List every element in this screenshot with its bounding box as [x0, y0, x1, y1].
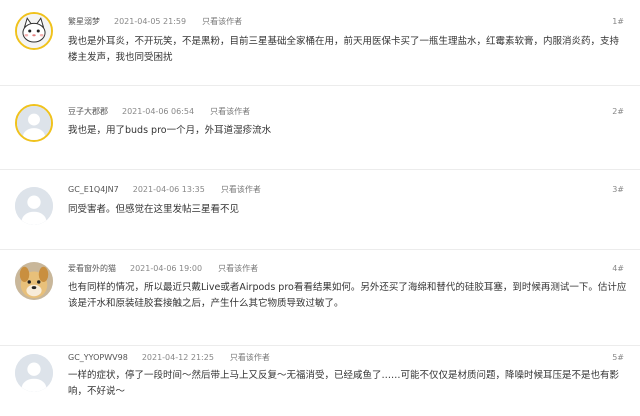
- post-meta: GC_YYOPWV98 2021-04-12 21:25 只看该作者: [68, 352, 270, 364]
- username[interactable]: 豆子大郡郡: [68, 107, 108, 116]
- post-time: 2021-04-06 13:35: [132, 185, 205, 194]
- floor-number[interactable]: 1#: [612, 16, 624, 28]
- post-content: 也有同样的情况，所以最近只戴Live或者Airpods pro看看结果如何。另外…: [68, 282, 627, 309]
- reply-post: 繁星溺梦 2021-04-05 21:59 只看该作者 1# 我也是外耳炎，不开玩笑…: [0, 0, 640, 86]
- post-content: 同受害者。但感觉在这里发帖三星看不见: [68, 204, 240, 215]
- floor-number[interactable]: 3#: [612, 184, 624, 196]
- reply-post: GC_YYOPWV98 2021-04-12 21:25 只看该作者 5# 一样的症…: [0, 346, 640, 416]
- only-author-link[interactable]: 只看该作者: [218, 264, 258, 273]
- only-author-link[interactable]: 只看该作者: [221, 185, 261, 194]
- default-user-avatar-icon[interactable]: [15, 354, 53, 392]
- floor-number[interactable]: 2#: [612, 106, 624, 118]
- only-author-link[interactable]: 只看该作者: [202, 17, 242, 26]
- post-meta: 爱看窗外的猫 2021-04-06 19:00 只看该作者: [68, 263, 258, 275]
- post-time: 2021-04-06 19:00: [130, 264, 203, 273]
- username[interactable]: GC_YYOPWV98: [68, 353, 128, 362]
- post-time: 2021-04-12 21:25: [141, 353, 214, 362]
- post-time: 2021-04-05 21:59: [114, 17, 187, 26]
- post-meta: 繁星溺梦 2021-04-05 21:59 只看该作者: [68, 16, 242, 28]
- reply-post: GC_E1Q4JN7 2021-04-06 13:35 只看该作者 3# 同受害者。…: [0, 170, 640, 250]
- dog-avatar-icon[interactable]: [15, 262, 53, 300]
- reply-thread: 繁星溺梦 2021-04-05 21:59 只看该作者 1# 我也是外耳炎，不开玩笑…: [0, 0, 640, 416]
- only-author-link[interactable]: 只看该作者: [230, 353, 270, 362]
- reply-post: 爱看窗外的猫 2021-04-06 19:00 只看该作者 4# 也有同样的情况，所…: [0, 250, 640, 346]
- post-content: 我也是，用了buds pro一个月，外耳道湿疹流水: [68, 125, 272, 136]
- floor-number[interactable]: 5#: [612, 352, 624, 364]
- username[interactable]: GC_E1Q4JN7: [68, 185, 119, 194]
- post-time: 2021-04-06 06:54: [122, 107, 195, 116]
- post-meta: GC_E1Q4JN7 2021-04-06 13:35 只看该作者: [68, 184, 261, 196]
- default-user-avatar-icon[interactable]: [15, 104, 53, 142]
- cat-avatar-icon[interactable]: [15, 12, 53, 50]
- username[interactable]: 爱看窗外的猫: [68, 264, 116, 273]
- post-meta: 豆子大郡郡 2021-04-06 06:54 只看该作者: [68, 106, 250, 118]
- reply-post: 豆子大郡郡 2021-04-06 06:54 只看该作者 2# 我也是，用了buds…: [0, 86, 640, 170]
- post-content: 我也是外耳炎，不开玩笑，不是黑粉，目前三星基础全家桶在用，前天用医保卡买了一瓶生…: [68, 36, 620, 63]
- post-content: 一样的症状，停了一段时间～然后带上马上又反复～无福消受，已经咸鱼了……可能不仅仅…: [68, 370, 620, 397]
- default-user-avatar-icon[interactable]: [15, 187, 53, 225]
- floor-number[interactable]: 4#: [612, 263, 624, 275]
- only-author-link[interactable]: 只看该作者: [210, 107, 250, 116]
- username[interactable]: 繁星溺梦: [68, 17, 100, 26]
